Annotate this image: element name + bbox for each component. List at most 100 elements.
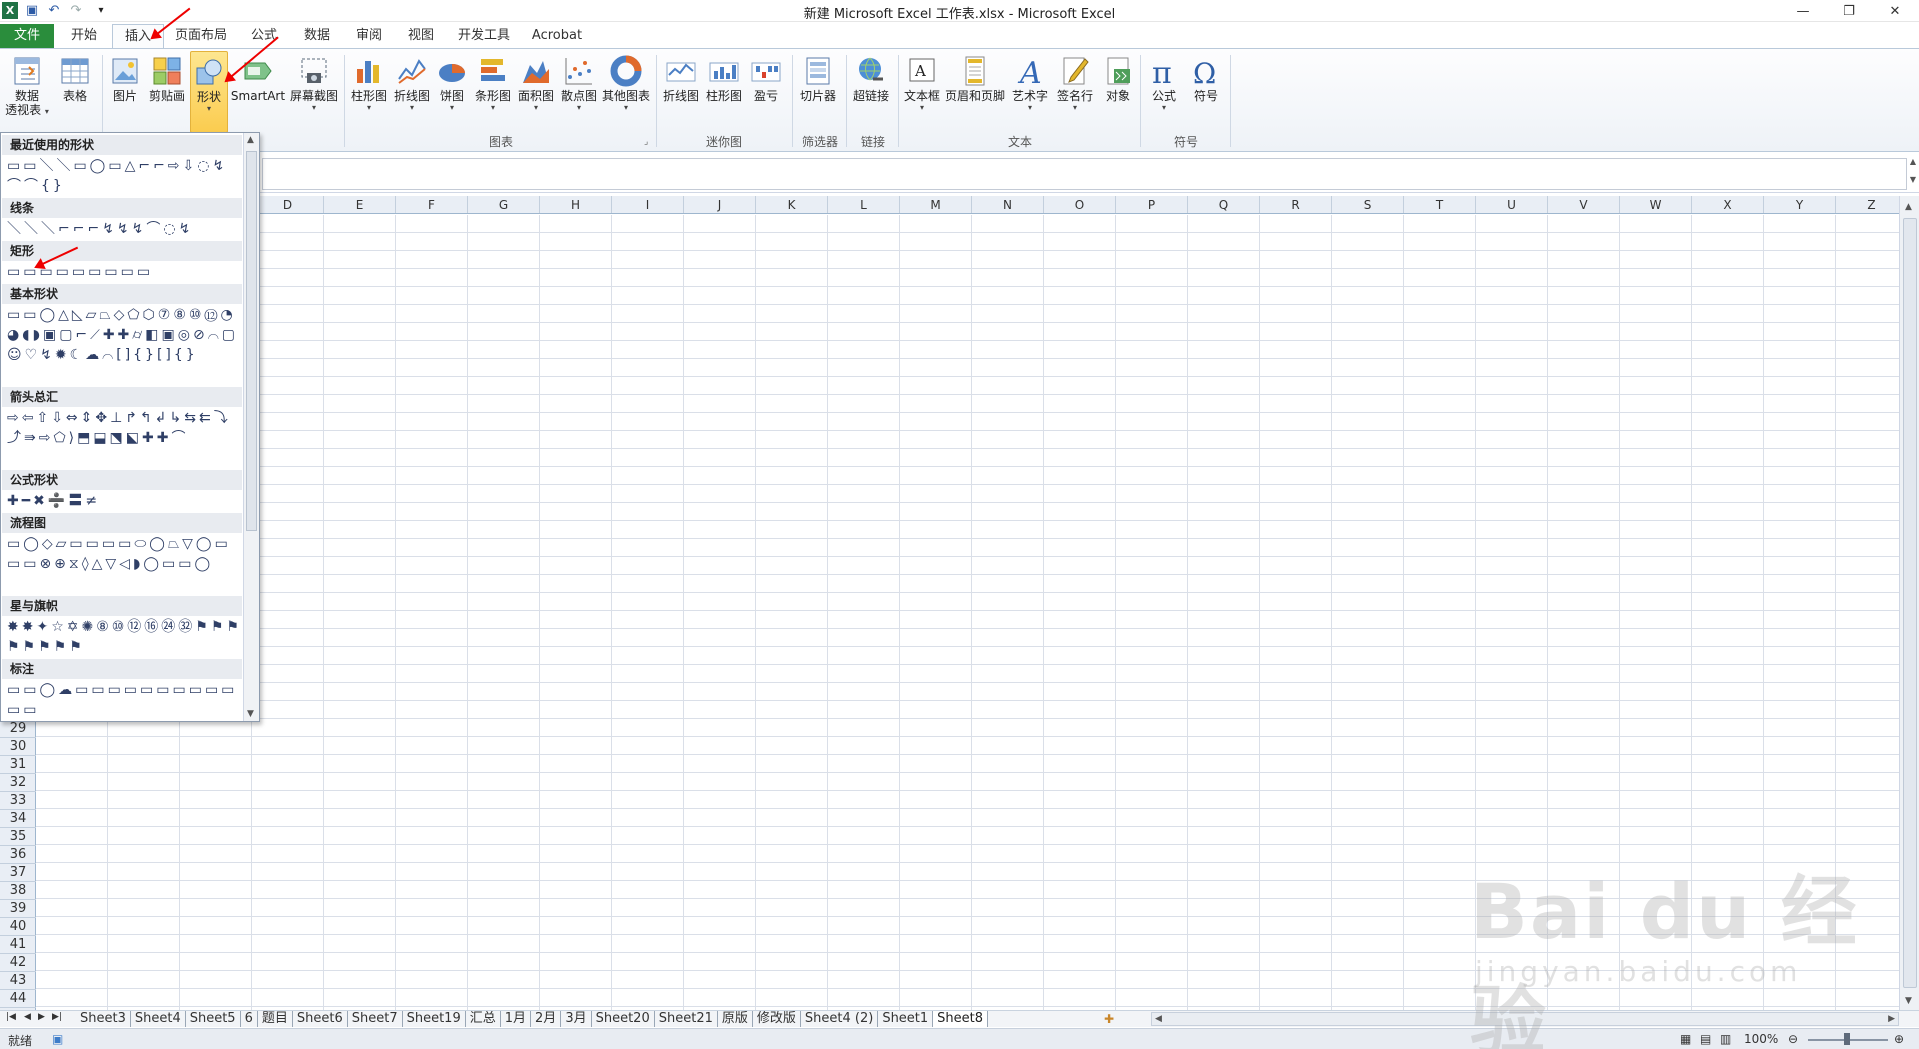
sheet-tab[interactable]: Sheet8 [933,1011,989,1027]
sheet-tab[interactable]: 修改版 [753,1011,801,1027]
formula-input[interactable] [262,158,1907,190]
sparkline-line-button[interactable]: 折线图 [660,51,702,133]
sheet-tab[interactable]: Sheet3 [76,1011,131,1027]
sheet-tab[interactable]: Sheet4 (2) [801,1011,879,1027]
gallery-scroll-thumb[interactable] [246,151,257,531]
sheet-tab[interactable]: Sheet1 [878,1011,934,1027]
clip-art-button[interactable]: 剪贴画 [146,51,188,133]
gallery-flowchart-shapes[interactable]: ▭◯◇▱▭▭▭▭⬭◯⏢▽◯▭▭▭⊗⊕⧖◊△▽◁◗◯▭▭◯ [7,534,243,574]
pie-chart-button[interactable]: 饼图 ▾ [434,51,470,133]
row-header[interactable]: 43 [0,972,36,990]
sheet-tab[interactable]: Sheet7 [348,1011,403,1027]
row-header[interactable]: 39 [0,900,36,918]
tab-developer[interactable]: 开发工具 [450,24,518,48]
column-header[interactable]: R [1260,196,1332,213]
first-sheet-icon[interactable]: |◀ [6,1012,16,1022]
wordart-button[interactable]: A 艺术字 ▾ [1008,51,1052,133]
sheet-tab[interactable]: Sheet21 [655,1011,718,1027]
gallery-callout-shapes[interactable]: ▭▭◯☁▭▭▭▭▭▭▭▭▭▭▭▭ [7,680,243,720]
column-header[interactable]: K [756,196,828,213]
scatter-chart-button[interactable]: 散点图 ▾ [558,51,600,133]
sheet-tab[interactable]: Sheet5 [186,1011,241,1027]
slicer-button[interactable]: 切片器 [796,51,840,133]
column-header[interactable]: Q [1188,196,1260,213]
symbol-button[interactable]: Ω 符号 [1186,51,1226,133]
other-charts-button[interactable]: 其他图表 ▾ [601,51,651,133]
insert-sheet-icon[interactable]: ✚ [1104,1012,1114,1026]
column-header[interactable]: Z [1836,196,1899,213]
column-header[interactable]: Y [1764,196,1836,213]
last-sheet-icon[interactable]: ▶| [52,1012,62,1022]
formula-expand-icon[interactable]: ▲ ▼ [1907,157,1919,191]
minimize-icon[interactable]: — [1780,0,1826,22]
row-header[interactable]: 36 [0,846,36,864]
sheet-tab[interactable]: Sheet19 [403,1011,466,1027]
column-header[interactable]: U [1476,196,1548,213]
column-header[interactable]: J [684,196,756,213]
column-header[interactable]: L [828,196,900,213]
smartart-button[interactable]: SmartArt [230,51,286,133]
sheet-tab[interactable]: 3月 [561,1011,592,1027]
charts-dialog-launcher-icon[interactable]: ⌟ [644,137,648,147]
gallery-line-shapes[interactable]: ＼＼＼⌐⌐⌐↯↯↯⌒◌↯ [7,219,243,239]
row-header[interactable]: 40 [0,918,36,936]
bar-chart-button[interactable]: 条形图 ▾ [472,51,514,133]
picture-button[interactable]: 图片 [106,51,144,133]
gallery-scrollbar[interactable]: ▲ ▼ [243,133,259,721]
column-header[interactable]: T [1404,196,1476,213]
textbox-button[interactable]: A 文本框 ▾ [902,51,942,133]
sheet-tab[interactable]: Sheet6 [293,1011,348,1027]
sheet-tab[interactable]: Sheet20 [592,1011,655,1027]
row-header[interactable]: 32 [0,774,36,792]
gallery-star-shapes[interactable]: ✸✸✦☆✡✺⑧⑩⑫⑯㉔㉜⚑⚑⚑⚑⚑⚑⚑⚑ [7,617,243,657]
close-icon[interactable]: ✕ [1872,0,1918,22]
gallery-basic-shapes[interactable]: ▭▭◯△◺▱⏢◇⬠⬡⑦⑧⑩⑫◔◕◖◗▣▢⌐⟋✚✚⌭◧▣◎⊘⌒▢☺♡↯✹☾☁⌒[]… [7,305,243,365]
column-header[interactable]: I [612,196,684,213]
sparkline-column-button[interactable]: 柱形图 [703,51,745,133]
column-header[interactable]: E [324,196,396,213]
row-header[interactable]: 37 [0,864,36,882]
row-header[interactable]: 38 [0,882,36,900]
column-header[interactable]: N [972,196,1044,213]
gallery-scroll-down-icon[interactable]: ▼ [247,709,254,719]
sheet-tab[interactable]: 2月 [531,1011,562,1027]
scroll-up-icon[interactable]: ▲ [1905,202,1912,212]
column-header[interactable]: H [540,196,612,213]
row-header[interactable]: 33 [0,792,36,810]
tab-file[interactable]: 文件 [0,24,54,48]
column-header[interactable]: V [1548,196,1620,213]
sheet-tab[interactable]: 题目 [258,1011,293,1027]
row-header[interactable]: 31 [0,756,36,774]
row-header[interactable]: 29 [0,720,36,738]
row-header[interactable]: 41 [0,936,36,954]
pivot-table-button[interactable]: 数据 透视表 ▾ [4,51,50,133]
restore-icon[interactable]: ❐ [1826,0,1872,22]
row-header[interactable]: 35 [0,828,36,846]
sheet-tab[interactable]: 汇总 [466,1011,501,1027]
gallery-recent-shapes[interactable]: ▭▭＼＼▭◯▭△⌐⌐⇨⇩◌↯⌒⌒{} [7,156,243,196]
line-chart-button[interactable]: 折线图 ▾ [391,51,433,133]
screenshot-button[interactable]: 屏幕截图 ▾ [288,51,340,133]
row-header[interactable]: 30 [0,738,36,756]
column-header[interactable]: W [1620,196,1692,213]
sparkline-winloss-button[interactable]: 盈亏 [746,51,786,133]
tab-review[interactable]: 审阅 [344,24,394,48]
tab-acrobat[interactable]: Acrobat [524,24,590,48]
column-chart-button[interactable]: 柱形图 ▾ [348,51,390,133]
gallery-arrow-shapes[interactable]: ⇨⇦⇧⇩⇔⇕✥⊥↱↰↲↳⇆⇇⤵⤴⇛⇨⬠⟩⬒⬓⬔⬕✚✚⌒ [7,408,243,448]
gallery-scroll-up-icon[interactable]: ▲ [247,135,254,145]
signature-line-button[interactable]: 签名行 ▾ [1054,51,1096,133]
gallery-equation-shapes[interactable]: ✚━✖➗〓≠ [7,491,243,511]
tab-view[interactable]: 视图 [396,24,446,48]
tab-page-layout[interactable]: 页面布局 [168,24,234,48]
column-header[interactable]: F [396,196,468,213]
tab-formulas[interactable]: 公式 [240,24,288,48]
row-header[interactable]: 44 [0,990,36,1008]
column-header[interactable]: X [1692,196,1764,213]
header-footer-button[interactable]: 页眉和页脚 [944,51,1006,133]
tab-home[interactable]: 开始 [58,24,110,48]
sheet-tab[interactable]: 1月 [501,1011,532,1027]
shapes-button[interactable]: 形状 ▾ [190,51,228,133]
column-header[interactable]: O [1044,196,1116,213]
row-header[interactable]: 34 [0,810,36,828]
